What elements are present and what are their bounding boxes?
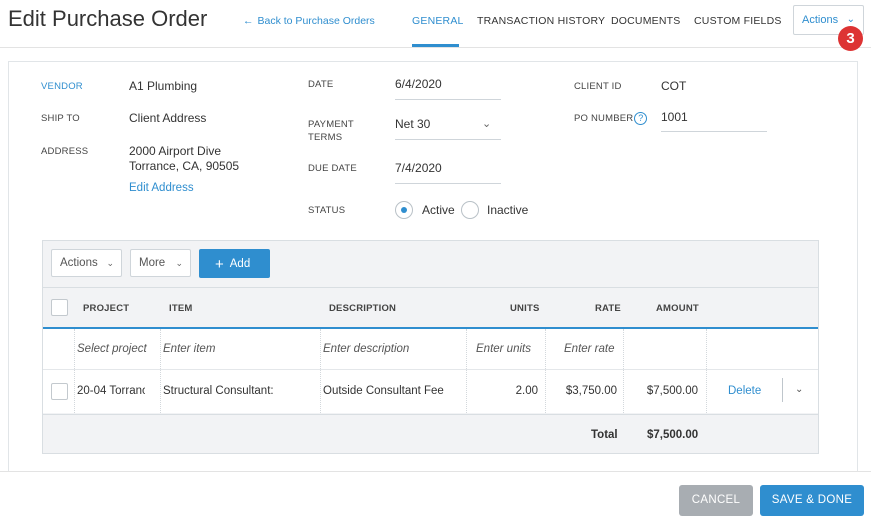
due-date-label: DUE DATE	[308, 163, 357, 174]
chevron-down-icon: ⌄	[175, 258, 183, 268]
po-number-label-text: PO NUMBER	[574, 113, 634, 125]
total-value: $7,500.00	[647, 429, 699, 441]
status-inactive-radio[interactable]	[461, 201, 479, 219]
page-footer: CANCEL SAVE & DONE	[0, 471, 871, 525]
due-date-field[interactable]: 7/4/2020	[395, 161, 442, 175]
left-arrow-icon: ←	[243, 15, 254, 27]
status-inactive-label: Inactive	[487, 203, 529, 217]
row-amount: $7,500.00	[646, 385, 698, 397]
row-item[interactable]: Structural Consultant:	[163, 385, 318, 397]
payment-terms-label-line2: TERMS	[308, 132, 343, 143]
row-description[interactable]: Outside Consultant Fee	[323, 385, 465, 397]
client-id-label: CLIENT ID	[574, 81, 622, 92]
row-divider	[782, 378, 783, 402]
item-input[interactable]: Enter item	[163, 343, 313, 355]
status-active-radio[interactable]	[395, 201, 413, 219]
ship-to-value: Client Address	[129, 111, 207, 125]
add-line-label: Add	[229, 258, 251, 270]
column-header-units[interactable]: UNITS	[510, 303, 540, 314]
column-header-project[interactable]: PROJECT	[83, 303, 129, 314]
back-to-purchase-orders-link[interactable]: ← Back to Purchase Orders	[243, 15, 375, 27]
rate-input[interactable]: Enter rate	[564, 343, 622, 355]
date-label: DATE	[308, 79, 334, 90]
tab-documents[interactable]: DOCUMENTS	[611, 15, 680, 27]
select-all-checkbox[interactable]	[51, 299, 68, 316]
po-number-field[interactable]: 1001	[661, 110, 688, 124]
page-title: Edit Purchase Order	[8, 6, 208, 31]
tab-transaction-history[interactable]: TRANSACTION HISTORY	[477, 15, 605, 27]
chevron-down-icon[interactable]: ⌄	[795, 384, 803, 395]
payment-terms-underline	[395, 139, 501, 140]
grid-more-label: More	[139, 257, 166, 269]
project-select-input[interactable]: Select project	[77, 343, 157, 355]
date-field-underline	[395, 99, 501, 100]
column-header-amount[interactable]: AMOUNT	[656, 303, 699, 314]
row-rate[interactable]: $3,750.00	[546, 385, 617, 397]
line-items-grid: Actions ⌄ More ⌄ + Add PROJECT ITEM DESCR…	[42, 240, 819, 454]
column-header-rate[interactable]: RATE	[595, 303, 621, 314]
column-header-item[interactable]: ITEM	[169, 303, 193, 314]
vendor-label[interactable]: VENDOR	[41, 81, 83, 92]
edit-address-link[interactable]: Edit Address	[129, 182, 194, 194]
grid-header-row: PROJECT ITEM DESCRIPTION UNITS RATE AMOU…	[43, 287, 818, 329]
tab-custom-fields[interactable]: CUSTOM FIELDS	[694, 15, 782, 27]
description-input[interactable]: Enter description	[323, 343, 463, 355]
grid-more-button[interactable]: More ⌄	[130, 249, 191, 277]
help-icon[interactable]: ?	[634, 112, 648, 125]
ship-to-label: SHIP TO	[41, 113, 80, 124]
chevron-down-icon[interactable]: ⌄	[482, 117, 491, 130]
address-line-1: 2000 Airport Dive	[129, 144, 222, 158]
table-row: 20-04 Torrance Structural Consultant: Ou…	[43, 370, 818, 413]
notification-badge: 3	[838, 26, 863, 51]
due-date-underline	[395, 183, 501, 184]
payment-terms-select[interactable]: Net 30	[395, 117, 430, 131]
add-line-button[interactable]: + Add	[199, 249, 270, 278]
grid-total-row: Total $7,500.00	[43, 414, 818, 453]
address-line-2: Torrance, CA, 90505	[129, 159, 240, 173]
back-link-label: Back to Purchase Orders	[257, 15, 375, 27]
status-active-label: Active	[422, 203, 455, 217]
po-number-underline	[661, 131, 767, 132]
row-checkbox[interactable]	[51, 383, 68, 400]
payment-terms-label-line1: PAYMENT	[308, 119, 354, 130]
client-id-value: COT	[661, 79, 687, 93]
grid-actions-button[interactable]: Actions ⌄	[51, 249, 122, 277]
column-header-description[interactable]: DESCRIPTION	[329, 303, 396, 314]
status-label: STATUS	[308, 205, 346, 216]
active-tab-indicator	[412, 44, 459, 47]
grid-actions-label: Actions	[60, 257, 98, 269]
delete-row-link[interactable]: Delete	[728, 385, 761, 397]
purchase-order-card: VENDOR A1 Plumbing SHIP TO Client Addres…	[8, 61, 858, 481]
po-number-label: PO NUMBER?	[574, 112, 648, 125]
plus-icon: +	[215, 256, 224, 273]
table-cell	[624, 329, 707, 369]
address-label: ADDRESS	[41, 146, 89, 157]
new-line-input-row: Select project Enter item Enter descript…	[43, 329, 818, 370]
page-header: Edit Purchase Order ← Back to Purchase Or…	[0, 0, 871, 51]
vendor-value: A1 Plumbing	[129, 79, 198, 93]
table-cell	[43, 329, 75, 369]
chevron-down-icon: ⌄	[106, 258, 114, 268]
cancel-button[interactable]: CANCEL	[679, 485, 753, 516]
save-and-done-button[interactable]: SAVE & DONE	[760, 485, 864, 516]
row-units[interactable]: 2.00	[467, 385, 538, 397]
chevron-down-icon: ⌄	[846, 14, 855, 25]
total-label: Total	[591, 429, 618, 441]
units-input[interactable]: Enter units	[476, 343, 542, 355]
tab-general[interactable]: GENERAL	[412, 15, 464, 27]
header-actions-label: Actions	[802, 14, 839, 26]
row-project[interactable]: 20-04 Torrance	[77, 385, 145, 397]
date-field[interactable]: 6/4/2020	[395, 77, 442, 91]
